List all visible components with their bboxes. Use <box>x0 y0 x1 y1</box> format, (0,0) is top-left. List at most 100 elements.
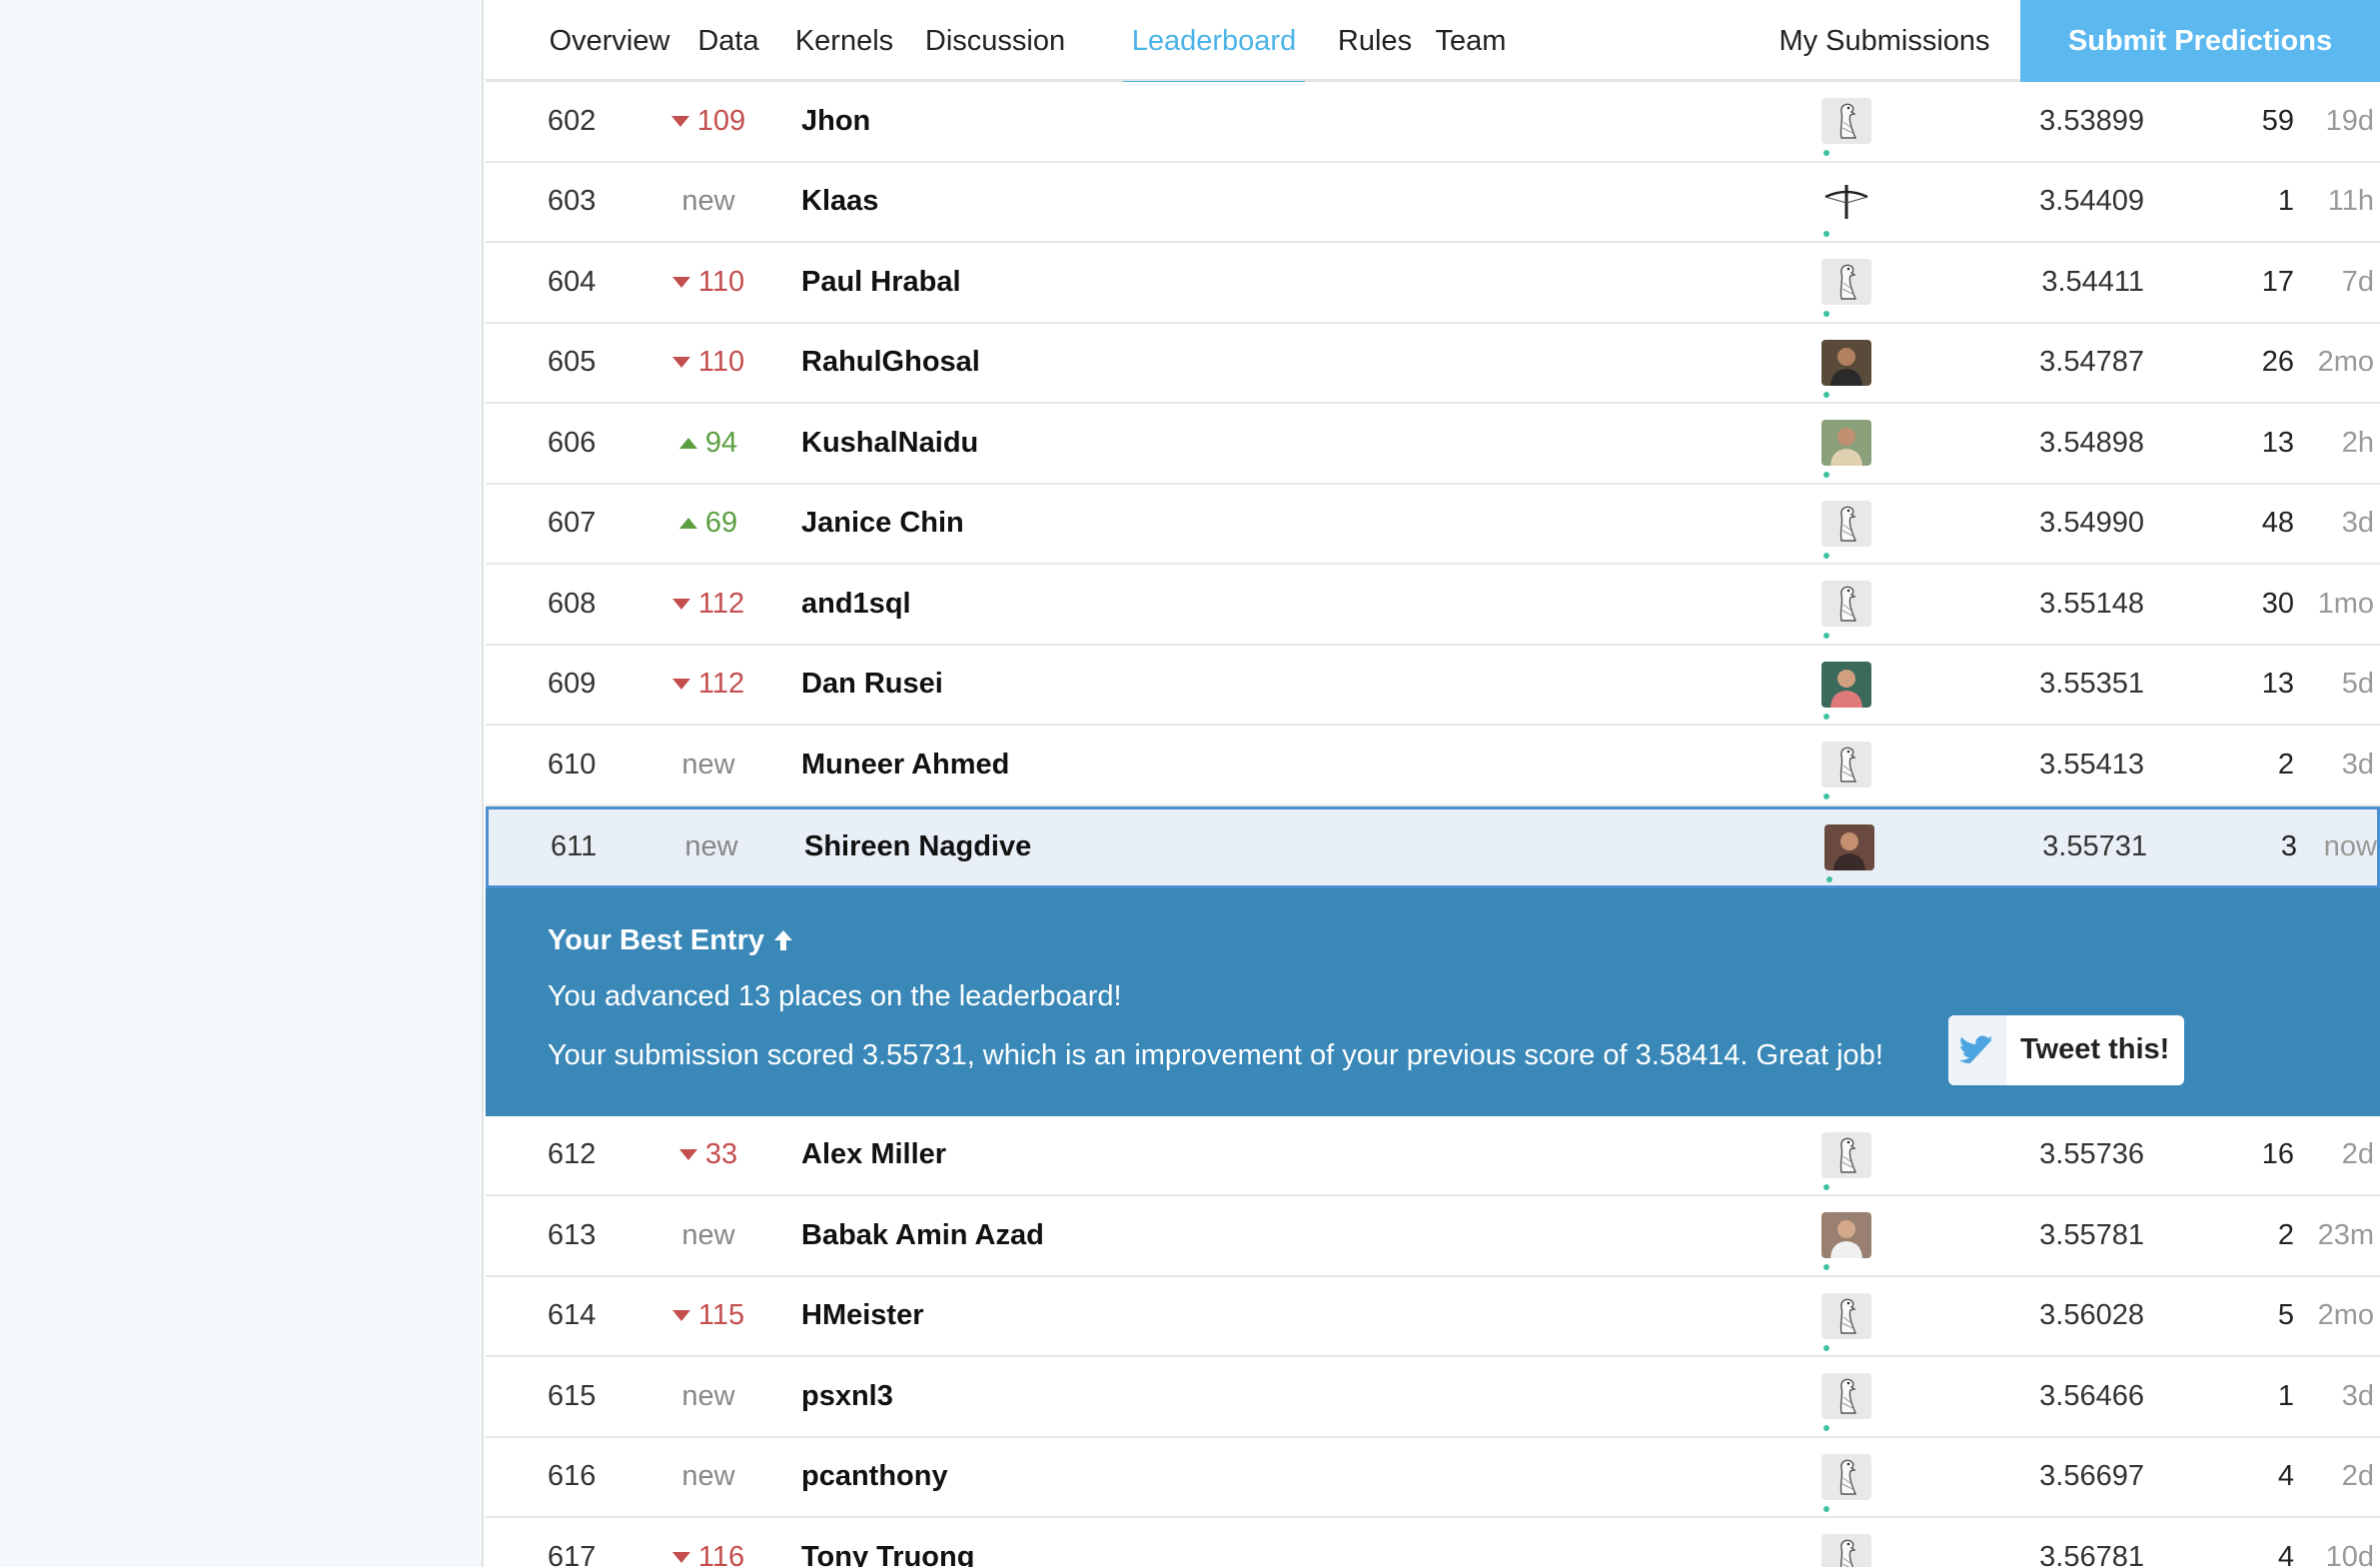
tier-dot-icon <box>1823 230 1829 237</box>
table-row[interactable]: 613 new Babak Amin Azad 3.55781 2 23m <box>486 1196 2380 1277</box>
table-row[interactable]: 607 69 Janice Chin 3.54990 48 3d <box>486 484 2380 565</box>
tweet-button[interactable]: Tweet this! <box>1948 1014 2184 1085</box>
score: 3.54787 <box>2039 346 2144 379</box>
goose-icon[interactable] <box>1821 1534 1871 1567</box>
entries-count: 13 <box>2261 426 2294 459</box>
table-row[interactable]: 602 109 Jhon 3.53899 59 19d <box>486 82 2380 163</box>
last-submission: 2h <box>2341 426 2374 459</box>
goose-icon[interactable] <box>1821 259 1871 318</box>
goose-icon[interactable] <box>1821 500 1871 559</box>
my-submissions-link[interactable]: My Submissions <box>1765 0 2004 82</box>
team-name[interactable]: and1sql <box>801 565 1701 644</box>
table-row[interactable]: 604 110 Paul Hrabal 3.54411 17 7d <box>486 243 2380 324</box>
table-row[interactable]: 610 new Muneer Ahmed 3.55413 2 3d <box>486 726 2380 806</box>
tab-rules[interactable]: Rules <box>1335 0 1415 82</box>
tier-dot-icon <box>1823 1425 1829 1432</box>
tier-dot-icon <box>1823 472 1829 479</box>
change-label: new <box>684 830 738 862</box>
team-name[interactable]: HMeister <box>801 1277 1701 1356</box>
goose-icon[interactable] <box>1821 742 1871 800</box>
crossbow-icon[interactable] <box>1821 178 1871 237</box>
user-avatar-photo[interactable] <box>1824 823 1874 882</box>
change-label: new <box>681 1218 735 1251</box>
entries-count: 1 <box>2277 1379 2294 1412</box>
table-row[interactable]: 609 112 Dan Rusei 3.55351 13 5d <box>486 645 2380 726</box>
table-row[interactable]: 616 new pcanthony 3.56697 4 2d <box>486 1437 2380 1518</box>
team-name[interactable]: Babak Amin Azad <box>801 1196 1701 1275</box>
goose-icon[interactable] <box>1821 1373 1871 1432</box>
rank-change: 116 <box>653 1518 763 1567</box>
last-submission: 19d <box>2325 104 2374 137</box>
last-submission: 2d <box>2341 1460 2374 1493</box>
team-name[interactable]: Janice Chin <box>801 485 1701 564</box>
tier-dot-icon <box>1823 311 1829 318</box>
change-value: 112 <box>697 587 745 620</box>
team-members <box>1821 809 1877 885</box>
team-name[interactable]: Klaas <box>801 163 1701 242</box>
team-name[interactable]: RahulGhosal <box>801 324 1701 403</box>
table-row[interactable]: 606 94 KushalNaidu 3.54898 13 2h <box>486 404 2380 485</box>
table-row[interactable]: 615 new psxnl3 3.56466 1 3d <box>486 1357 2380 1438</box>
team-name[interactable]: Paul Hrabal <box>801 243 1701 322</box>
table-row[interactable]: 617 116 Tony Truong 3.56781 4 10d <box>486 1518 2380 1567</box>
entries-count: 1 <box>2277 185 2294 218</box>
team-name[interactable]: Dan Rusei <box>801 646 1701 725</box>
my-entry-row[interactable]: 611 new Shireen Nagdive 3.55731 3 now <box>486 805 2380 888</box>
submit-predictions-button[interactable]: Submit Predictions <box>2020 0 2380 82</box>
arrow-down-icon <box>670 115 689 127</box>
last-submission: 3d <box>2341 507 2374 540</box>
goose-icon[interactable] <box>1821 1131 1871 1190</box>
last-submission: 10d <box>2325 1540 2374 1567</box>
user-avatar-photo[interactable] <box>1821 339 1871 398</box>
score: 3.55781 <box>2039 1218 2144 1251</box>
goose-icon[interactable] <box>1821 1292 1871 1351</box>
leaderboard-table: 602 109 Jhon 3.53899 59 19d 603 new Klaas 3.54409… <box>486 82 2380 1567</box>
twitter-bird-icon <box>1959 1034 1993 1063</box>
team-name[interactable]: Shireen Nagdive <box>804 809 1704 885</box>
tab-discussion[interactable]: Discussion <box>915 0 1075 82</box>
user-avatar-photo[interactable] <box>1821 661 1871 720</box>
tab-leaderboard[interactable]: Leaderboard <box>1123 0 1305 85</box>
score: 3.56466 <box>2039 1379 2144 1412</box>
table-row[interactable]: 605 110 RahulGhosal 3.54787 26 2mo <box>486 323 2380 404</box>
rank: 608 <box>548 587 596 620</box>
tab-kernels[interactable]: Kernels <box>789 0 899 82</box>
team-name[interactable]: pcanthony <box>801 1438 1701 1517</box>
user-avatar-photo[interactable] <box>1821 1212 1871 1271</box>
change-value: 69 <box>704 507 738 540</box>
team-members <box>1818 163 1874 242</box>
goose-icon[interactable] <box>1821 98 1871 157</box>
change-value: 109 <box>696 104 746 137</box>
entries-count: 59 <box>2261 104 2294 137</box>
table-row[interactable]: 608 112 and1sql 3.55148 30 1mo <box>486 565 2380 646</box>
team-name[interactable]: Tony Truong <box>801 1518 1701 1567</box>
change-value: 33 <box>704 1138 738 1171</box>
user-avatar-photo[interactable] <box>1821 420 1871 479</box>
entries-count: 17 <box>2261 265 2294 298</box>
team-members <box>1818 243 1874 322</box>
rank-change: 110 <box>653 243 763 322</box>
rank: 606 <box>548 426 596 459</box>
rank: 610 <box>548 748 596 781</box>
rank: 614 <box>548 1299 596 1332</box>
tier-dot-icon <box>1823 552 1829 559</box>
last-submission: now <box>2323 830 2377 862</box>
team-name[interactable]: Muneer Ahmed <box>801 726 1701 804</box>
team-name[interactable]: Alex Miller <box>801 1116 1701 1195</box>
last-submission: 2d <box>2341 1138 2374 1171</box>
tab-team[interactable]: Team <box>1431 0 1511 82</box>
team-name[interactable]: KushalNaidu <box>801 404 1701 483</box>
team-name[interactable]: Jhon <box>801 82 1701 161</box>
goose-icon[interactable] <box>1821 581 1871 640</box>
rank: 612 <box>548 1138 596 1171</box>
last-submission: 7d <box>2341 265 2374 298</box>
table-row[interactable]: 603 new Klaas 3.54409 1 11h <box>486 162 2380 243</box>
tab-data[interactable]: Data <box>689 0 767 82</box>
entries-count: 30 <box>2261 587 2294 620</box>
rank: 617 <box>548 1540 596 1567</box>
goose-icon[interactable] <box>1821 1453 1871 1512</box>
table-row[interactable]: 614 115 HMeister 3.56028 5 2mo <box>486 1276 2380 1357</box>
tab-overview[interactable]: Overview <box>540 0 679 82</box>
table-row[interactable]: 612 33 Alex Miller 3.55736 16 2d <box>486 1115 2380 1196</box>
team-name[interactable]: psxnl3 <box>801 1357 1701 1436</box>
